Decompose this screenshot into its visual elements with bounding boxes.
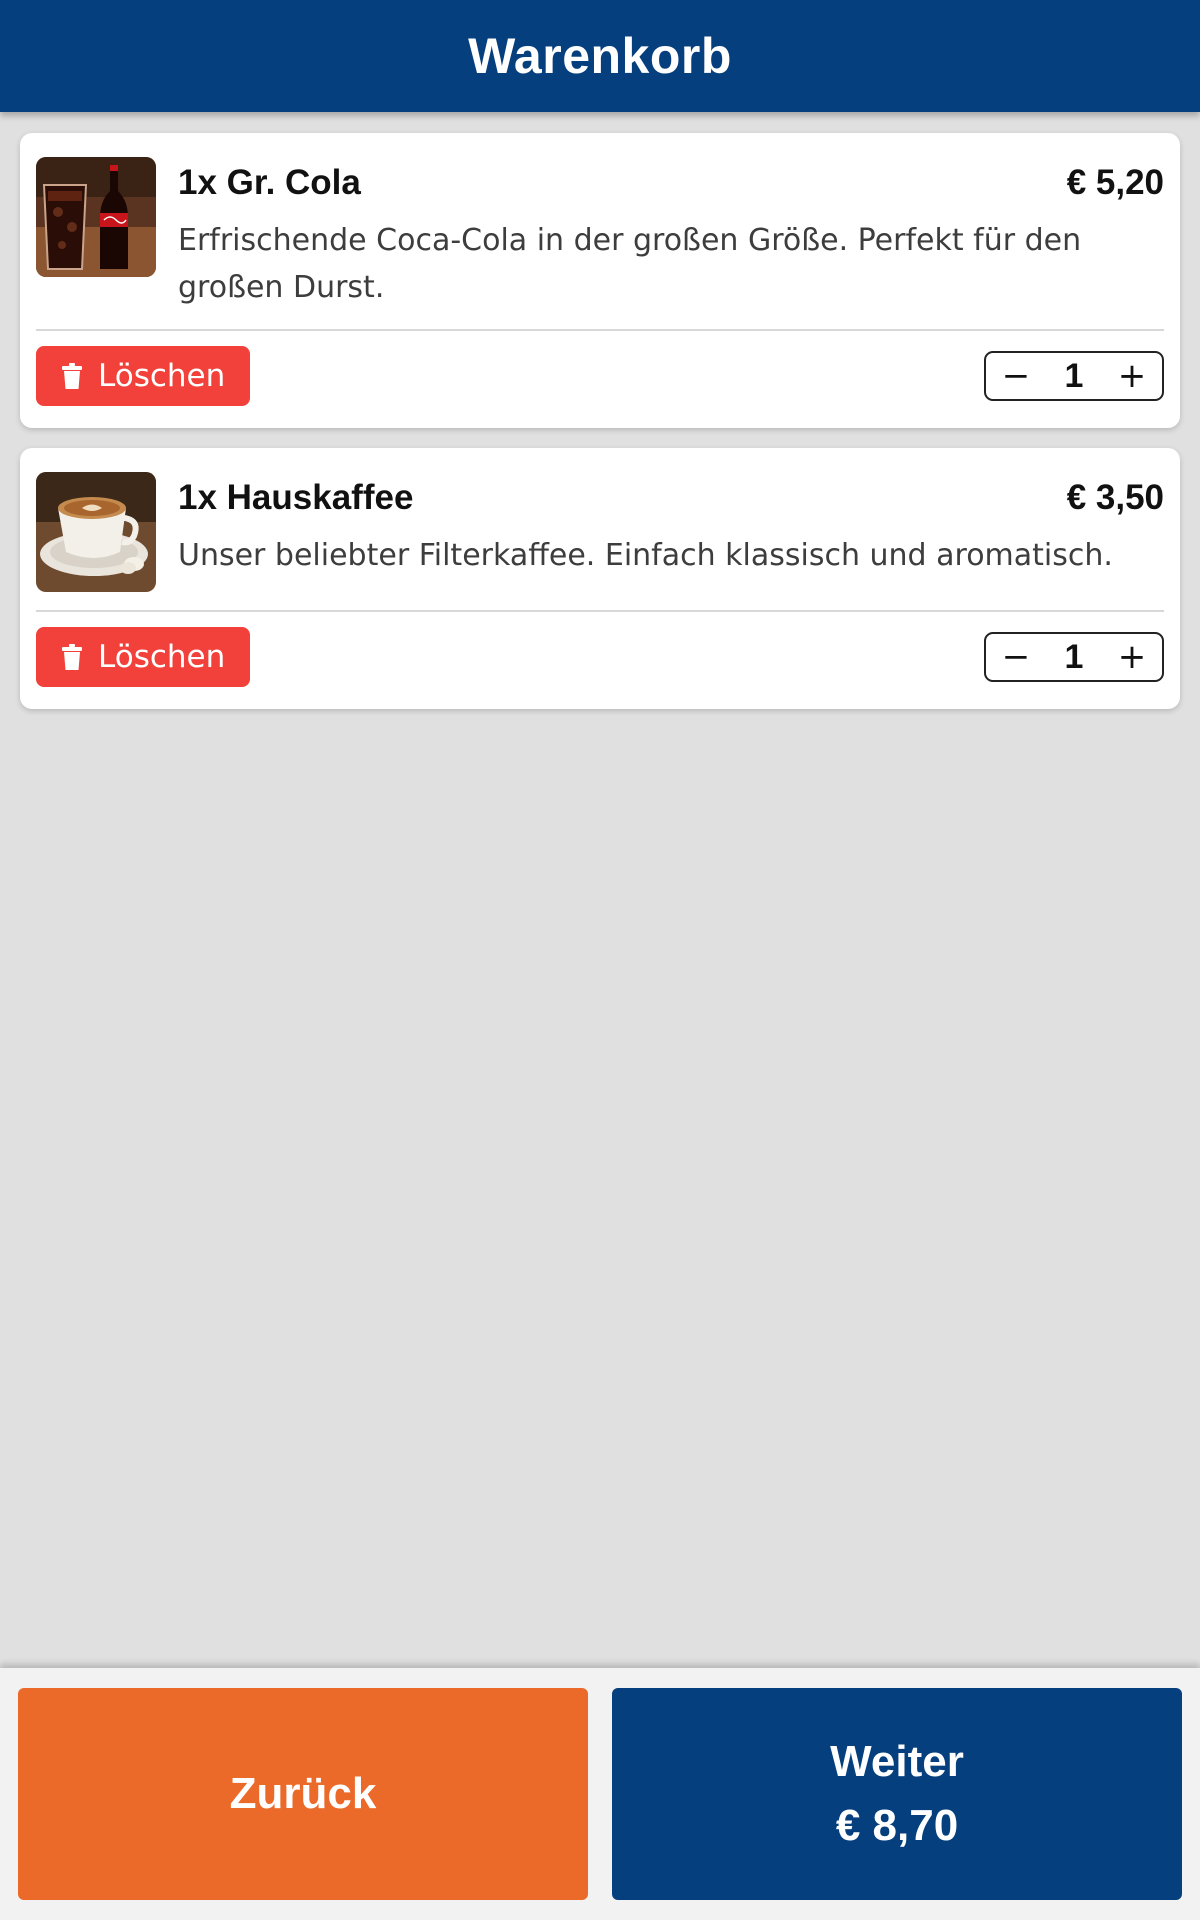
- delete-button[interactable]: Löschen: [36, 627, 250, 687]
- app-header: Warenkorb: [0, 0, 1200, 112]
- cart-item-actions: Löschen − 1 +: [36, 346, 1164, 406]
- divider: [36, 329, 1164, 331]
- cart-item-actions: Löschen − 1 +: [36, 627, 1164, 687]
- back-button[interactable]: Zurück: [18, 1688, 588, 1900]
- page-title: Warenkorb: [468, 28, 732, 84]
- order-total: € 8,70: [835, 1801, 959, 1850]
- cart-item-header: 1x Gr. Cola € 5,20: [178, 163, 1164, 203]
- cart-item-header: 1x Hauskaffee € 3,50: [178, 478, 1164, 518]
- cart-item: 1x Hauskaffee € 3,50 Unser beliebter Fil…: [20, 448, 1180, 709]
- item-title: 1x Gr. Cola: [178, 163, 361, 202]
- item-description: Unser beliebter Filterkaffee. Einfach kl…: [178, 538, 1113, 573]
- next-button-label: Weiter: [830, 1737, 964, 1786]
- cart-item-text: 1x Gr. Cola € 5,20 Erfrischende Coca-Col…: [178, 157, 1164, 311]
- delete-button[interactable]: Löschen: [36, 346, 250, 406]
- item-price: € 3,50: [1066, 478, 1164, 517]
- quantity-stepper: − 1 +: [984, 632, 1164, 682]
- next-button[interactable]: Weiter € 8,70: [612, 1688, 1182, 1900]
- increment-button[interactable]: +: [1112, 356, 1152, 396]
- quantity-stepper: − 1 +: [984, 351, 1164, 401]
- cart-item-body: 1x Gr. Cola € 5,20 Erfrischende Coca-Col…: [36, 157, 1164, 311]
- item-title: 1x Hauskaffee: [178, 478, 414, 517]
- cart-item-body: 1x Hauskaffee € 3,50 Unser beliebter Fil…: [36, 472, 1164, 592]
- delete-label: Löschen: [98, 639, 226, 675]
- cart-list: 1x Gr. Cola € 5,20 Erfrischende Coca-Col…: [20, 133, 1180, 729]
- decrement-button[interactable]: −: [996, 637, 1036, 677]
- quantity-value: 1: [1064, 637, 1084, 676]
- item-price: € 5,20: [1066, 163, 1164, 202]
- cola-image: [36, 157, 156, 277]
- coffee-image: [36, 472, 156, 592]
- back-button-label: Zurück: [229, 1769, 377, 1818]
- trash-icon: [62, 363, 82, 389]
- divider: [36, 610, 1164, 612]
- decrement-button[interactable]: −: [996, 356, 1036, 396]
- footer-bar: Zurück Weiter € 8,70: [0, 1668, 1200, 1920]
- increment-button[interactable]: +: [1112, 637, 1152, 677]
- item-description: Erfrischende Coca-Cola in der großen Grö…: [178, 223, 1082, 305]
- cart-item: 1x Gr. Cola € 5,20 Erfrischende Coca-Col…: [20, 133, 1180, 428]
- cart-item-text: 1x Hauskaffee € 3,50 Unser beliebter Fil…: [178, 472, 1164, 579]
- delete-label: Löschen: [98, 358, 226, 394]
- trash-icon: [62, 644, 82, 670]
- quantity-value: 1: [1064, 356, 1084, 395]
